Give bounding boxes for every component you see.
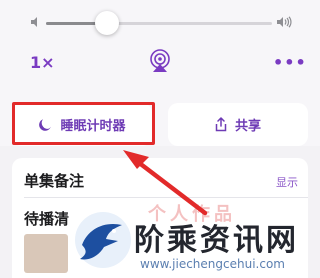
watermark-brand: 阶乘资讯网	[134, 223, 299, 258]
watermark-url: www.jiechengcehui.com	[140, 257, 285, 271]
eagle-logo-icon	[75, 212, 131, 268]
